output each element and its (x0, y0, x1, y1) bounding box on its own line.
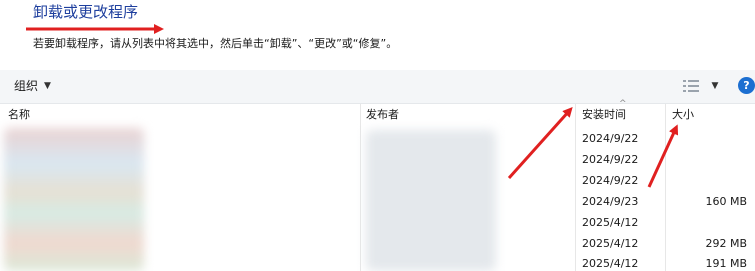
program-row[interactable]: 2025/4/12 191 MB (0, 253, 755, 271)
program-row[interactable]: 2025/4/12 (0, 212, 755, 233)
program-row[interactable]: 2024/9/22 (0, 149, 755, 170)
installed-on-cell: 2025/4/12 (582, 216, 639, 229)
programs-and-features-window: 卸载或更改程序 若要卸载程序，请从列表中将其选中，然后单击“卸载”、“更改”或“… (0, 0, 755, 271)
column-header-installed-on[interactable]: 安装时间 (582, 104, 662, 126)
view-list-icon[interactable] (682, 77, 700, 95)
page-title: 卸载或更改程序 (33, 3, 139, 21)
program-row[interactable]: 2024/9/22 (0, 128, 755, 149)
size-cell: 191 MB (705, 257, 747, 270)
size-cell: 160 MB (705, 195, 747, 208)
program-row[interactable]: 2024/9/22 (0, 170, 755, 191)
column-header-name[interactable]: 名称 (8, 104, 358, 126)
help-icon[interactable]: ? (738, 77, 755, 94)
program-row[interactable]: 2024/9/23 160 MB (0, 191, 755, 212)
chevron-down-icon: ▼ (44, 81, 51, 91)
toolbar: 组织 ▼ ▼ ? (0, 70, 755, 104)
installed-on-cell: 2025/4/12 (582, 257, 639, 270)
organize-button[interactable]: 组织 ▼ (8, 77, 57, 95)
installed-on-cell: 2024/9/22 (582, 153, 639, 166)
installed-on-cell: 2025/4/12 (582, 237, 639, 250)
installed-on-cell: 2024/9/23 (582, 195, 639, 208)
column-header-size[interactable]: 大小 (672, 104, 742, 126)
program-row[interactable]: 2025/4/12 292 MB (0, 233, 755, 254)
size-cell: 292 MB (705, 237, 747, 250)
organize-label: 组织 (14, 79, 39, 93)
column-header-publisher[interactable]: 发布者 (366, 104, 566, 126)
view-options-dropdown[interactable]: ▼ (708, 77, 722, 95)
page-subtitle: 若要卸载程序，请从列表中将其选中，然后单击“卸载”、“更改”或“修复”。 (33, 37, 398, 50)
installed-on-cell: 2024/9/22 (582, 132, 639, 145)
installed-on-cell: 2024/9/22 (582, 174, 639, 187)
